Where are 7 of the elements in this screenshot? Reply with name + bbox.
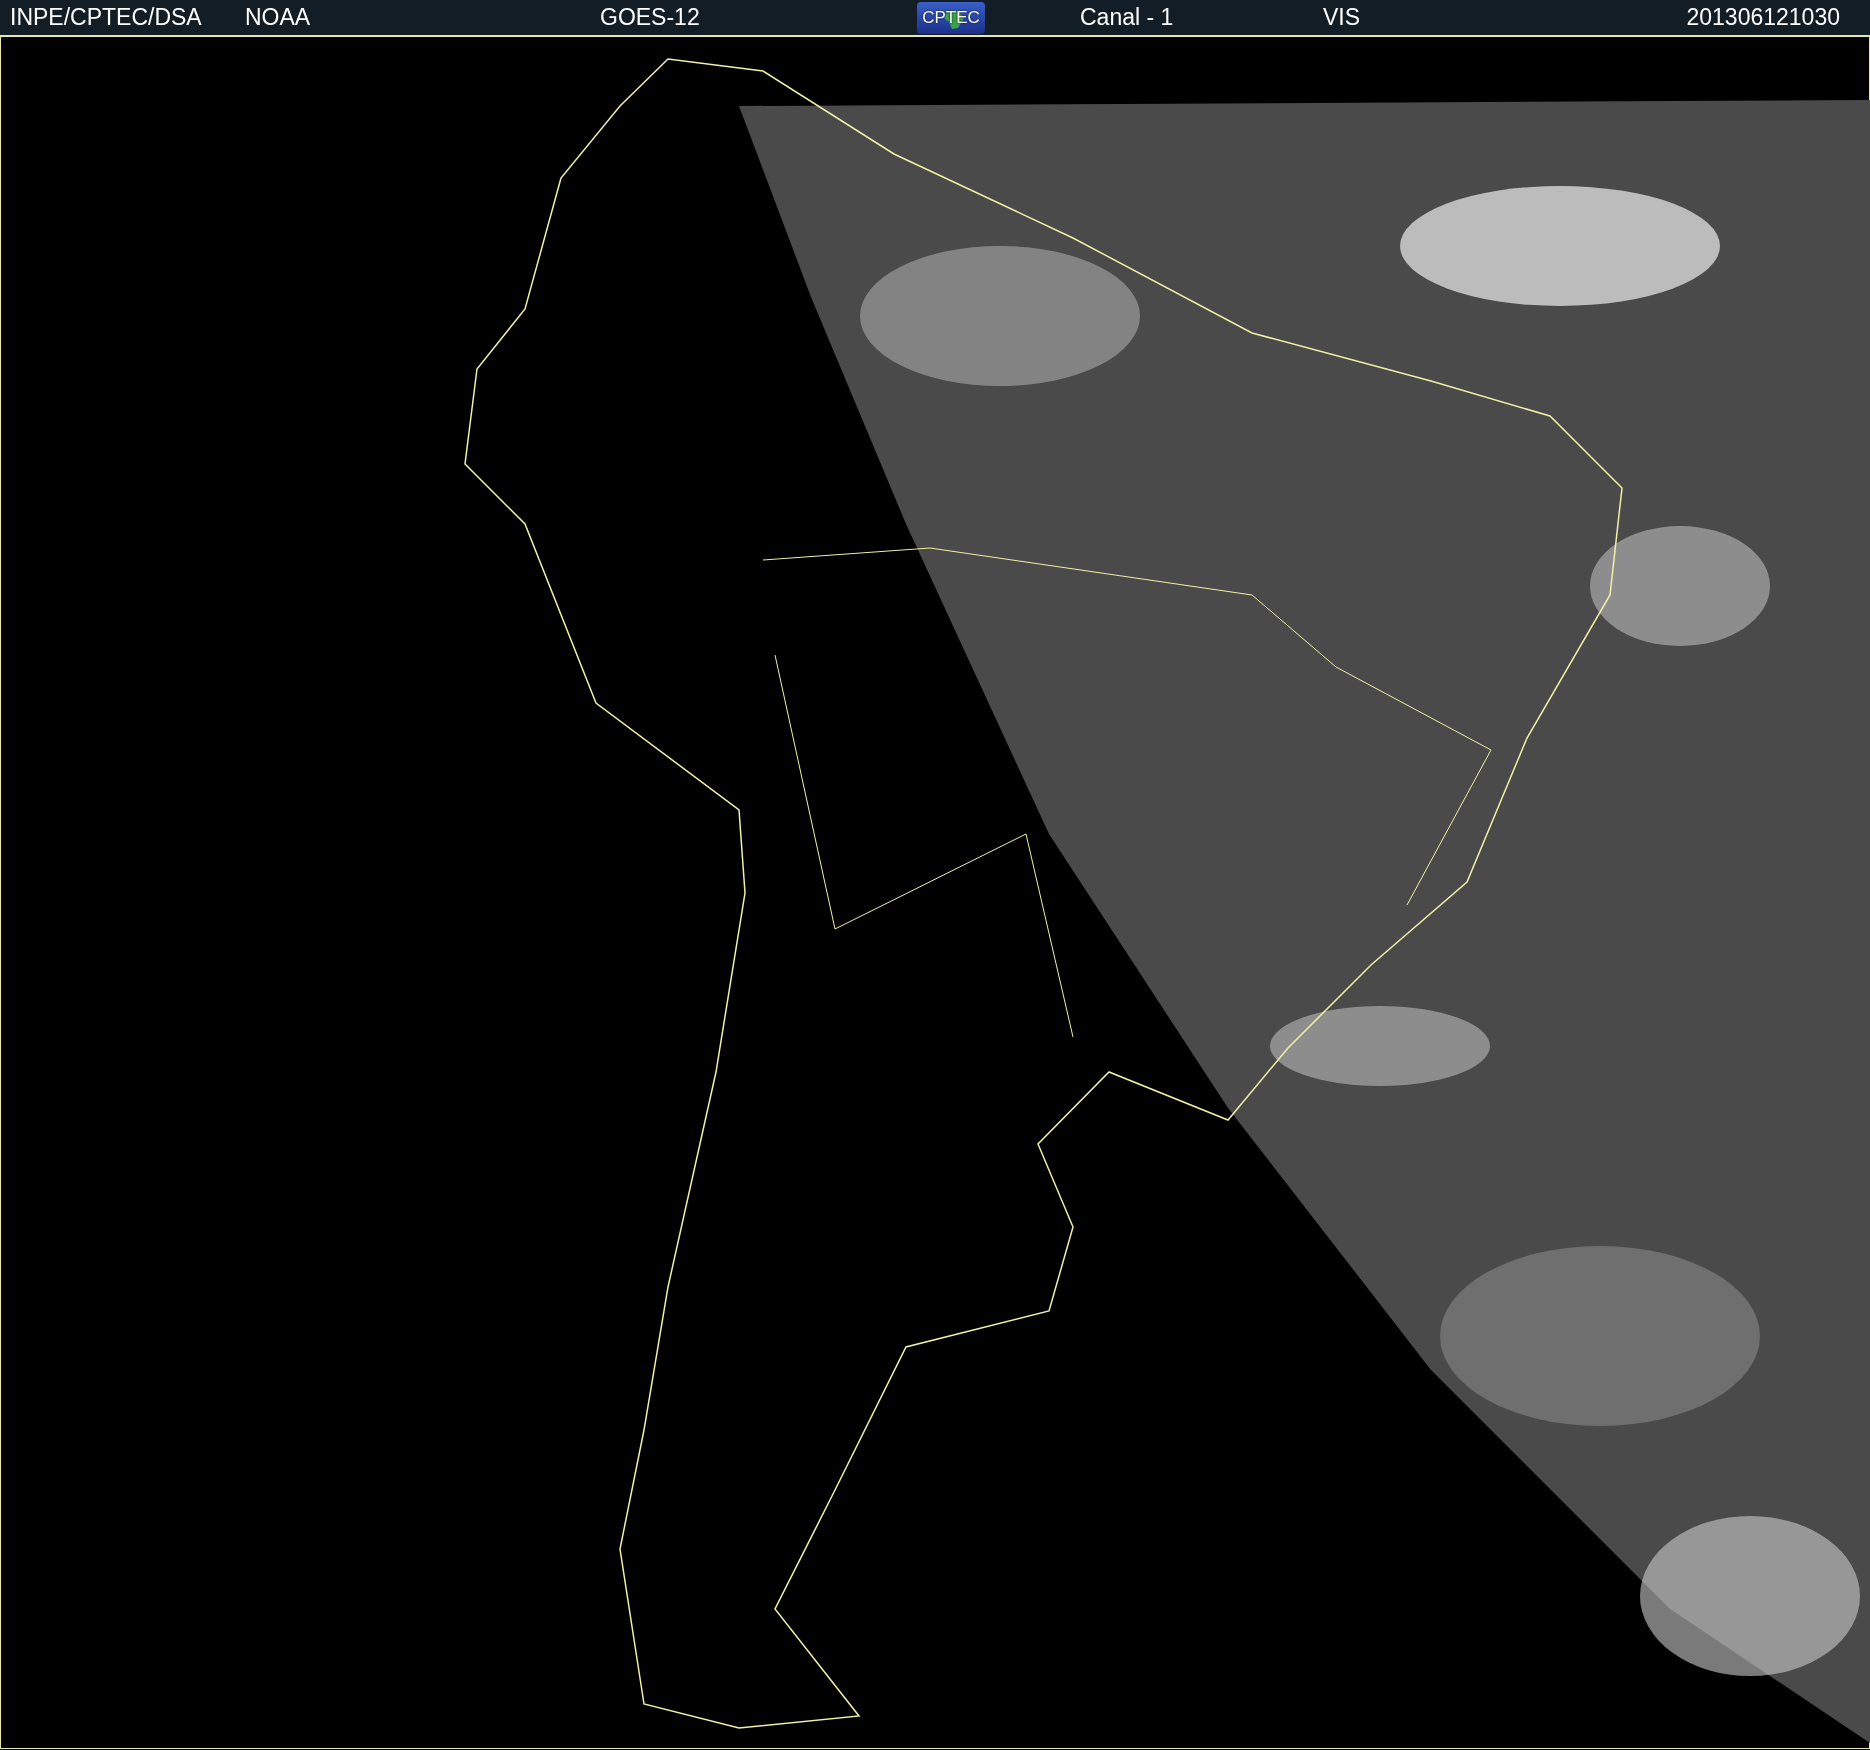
band-label: VIS bbox=[1323, 4, 1362, 31]
logo: CPTEC bbox=[917, 1, 985, 34]
satellite-label: GOES-12 bbox=[600, 4, 701, 31]
source-label: NOAA bbox=[245, 4, 312, 31]
timestamp-label: 201306121030 bbox=[1686, 4, 1840, 31]
agency-label: INPE/CPTEC/DSA bbox=[10, 4, 203, 31]
channel-label: Canal - 1 bbox=[1080, 4, 1175, 31]
